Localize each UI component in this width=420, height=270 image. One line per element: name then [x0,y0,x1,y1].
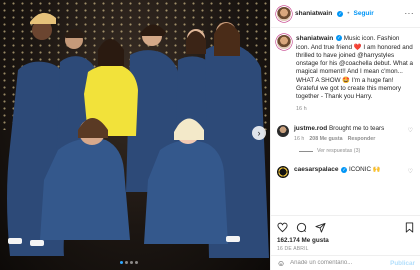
caption-username[interactable]: shaniatwain [296,35,333,42]
share-icon[interactable] [315,222,326,233]
carousel-dot [135,261,138,264]
post-side-panel: shaniatwain ✓ • Seguir ··· shaniatwain ✓… [270,0,420,270]
emoji-icon[interactable]: ☺ [277,259,285,268]
bookmark-icon[interactable] [404,221,415,233]
avatar[interactable] [277,124,289,137]
comment-input[interactable] [290,260,386,266]
header-separator: • [347,10,350,17]
verified-icon: ✓ [341,166,348,173]
carousel-dot [120,261,123,264]
caption: shaniatwain ✓ Music icon. Fashion icon. … [277,35,413,113]
post-photo[interactable]: › [0,0,270,270]
comments-scroll-area[interactable]: shaniatwain ✓ Music icon. Fashion icon. … [271,29,420,215]
comment-time: 16 h [294,136,305,143]
comment-item: caesarspalace ✓ ICONIC 🙌 ♡ [277,166,413,179]
comment-item: justme.rod Brought me to tears 16 h 208 … [277,124,413,143]
follow-button[interactable]: Seguir [354,10,374,17]
carousel-dot [130,261,133,264]
view-replies-button[interactable]: Ver respuestas (3) [299,148,413,154]
add-comment-bar: ☺ Publicar [271,255,420,270]
group-illustration [7,12,269,258]
post-header: shaniatwain ✓ • Seguir ··· [271,0,420,28]
heart-icon[interactable]: ♡ [408,168,413,175]
comment-username[interactable]: justme.rod [294,125,327,132]
publish-button[interactable]: Publicar [390,260,415,267]
post-date: 16 DE ABRIL [277,246,309,252]
heart-icon[interactable] [277,222,288,233]
post-actions: 162.174 Me gusta 16 DE ABRIL [271,215,420,255]
carousel-indicator [120,261,138,264]
heart-icon[interactable]: ♡ [408,127,413,134]
comment-text: Brought me to tears [328,124,385,132]
comment-username[interactable]: caesarspalace [294,166,338,173]
view-replies-label: Ver respuestas (3) [317,148,361,155]
carousel-dot [125,261,128,264]
reply-button[interactable]: Responder [348,136,376,143]
caption-time: 16 h [296,105,307,112]
like-count[interactable]: 162.174 Me gusta [277,237,415,244]
more-icon[interactable]: ··· [405,9,415,18]
avatar[interactable] [277,35,291,49]
verified-icon: ✓ [335,35,342,42]
avatar[interactable] [277,166,289,179]
author-username[interactable]: shaniatwain [295,10,332,17]
replies-divider [299,150,313,152]
chevron-right-icon: › [257,128,261,138]
avatar[interactable] [277,6,291,21]
comment-text: ICONIC 🙌 [348,166,381,174]
caption-text: Music icon. Fashion icon. And true frien… [296,35,414,101]
next-photo-button[interactable]: › [252,126,266,140]
comment-icon[interactable] [296,222,307,233]
verified-icon: ✓ [337,10,344,17]
comment-likes[interactable]: 208 Me gusta [309,136,342,143]
